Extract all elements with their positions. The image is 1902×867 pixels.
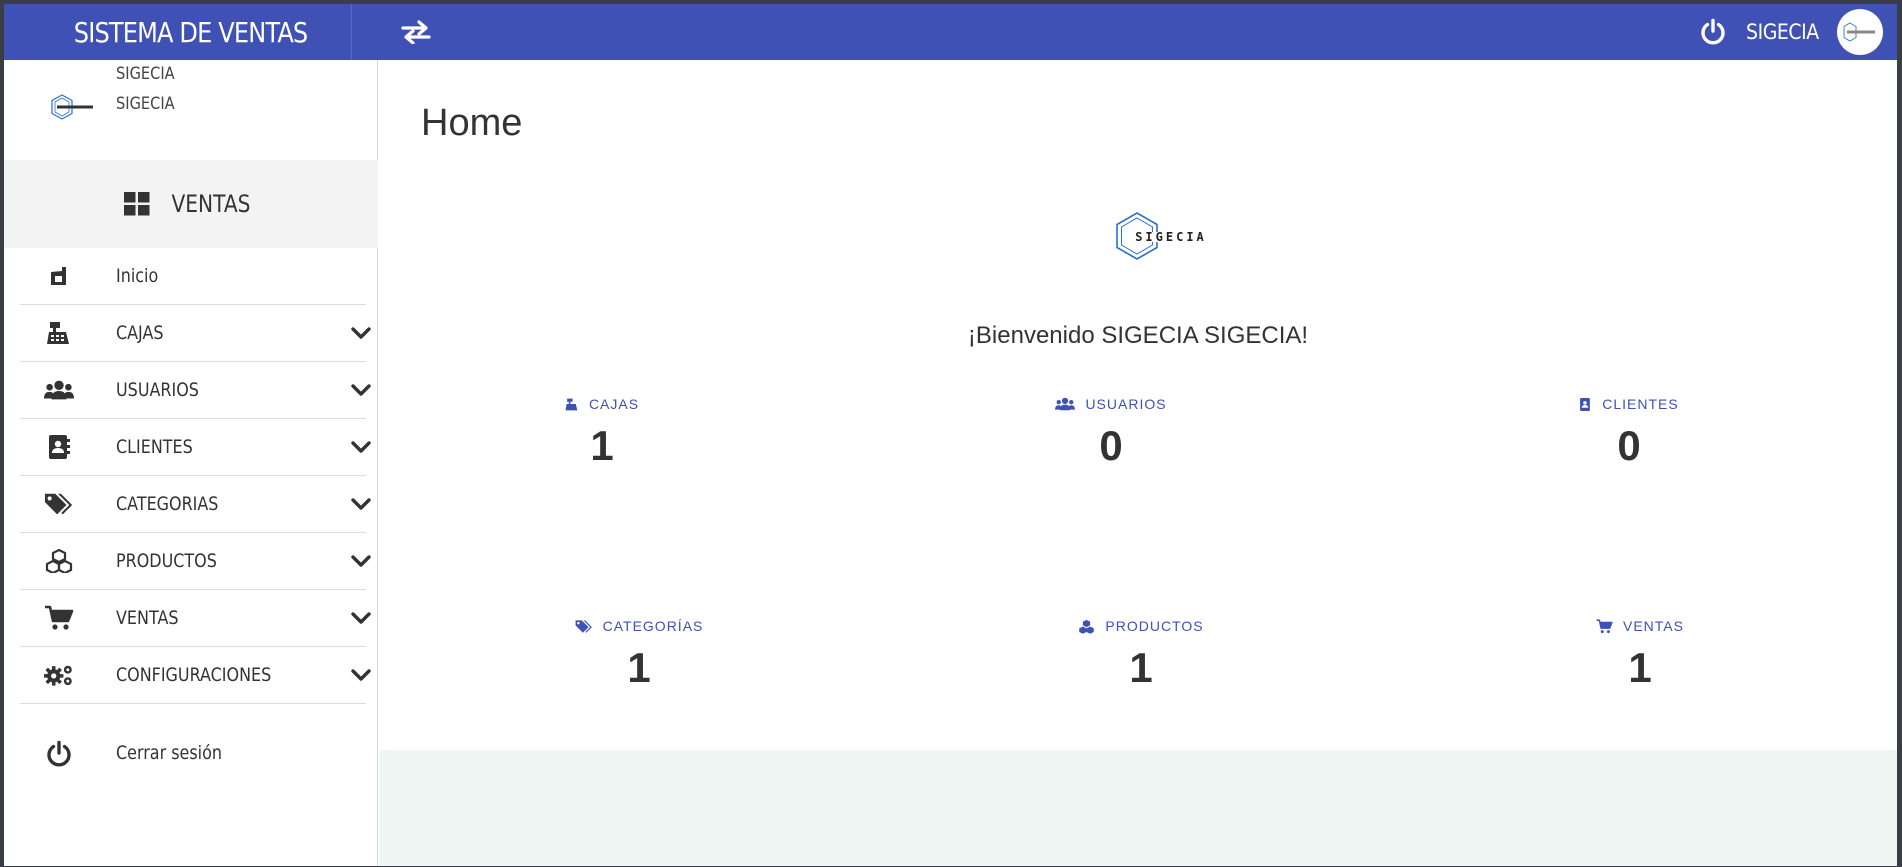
top-bar: SISTEMA DE VENTAS SIGECIA xyxy=(4,4,1897,60)
sidebar-user-name: SIGECIA xyxy=(116,64,175,84)
stat-value: 0 xyxy=(1099,422,1123,469)
stat-ventas[interactable]: VENTAS 1 xyxy=(1530,618,1750,692)
power-icon xyxy=(1701,18,1725,45)
sidebar-item-label: CAJAS xyxy=(116,322,164,344)
sidebar-menu: Inicio CAJAS USUARIOS CLIENTES CATEGORIA… xyxy=(20,248,371,704)
welcome-message: ¡Bienvenido SIGECIA SIGECIA! xyxy=(967,322,1309,349)
sidebar: SIGECIA SIGECIA VENTAS Inicio CAJAS USUA… xyxy=(4,60,378,866)
sidebar-toggle-button[interactable] xyxy=(396,16,436,48)
main-content: Home SIGECIA ¡Bienvenido SIGECIA SIGECIA… xyxy=(379,60,1897,866)
stat-label: USUARIOS xyxy=(1085,396,1167,412)
chevron-down-icon[interactable] xyxy=(350,494,372,514)
home-icon xyxy=(44,263,74,289)
cubes-icon xyxy=(44,548,74,574)
app-window: SISTEMA DE VENTAS SIGECIA SIGECIA SIGECI… xyxy=(4,4,1897,866)
page-title: Home xyxy=(421,102,523,144)
avatar[interactable] xyxy=(1837,9,1883,55)
logout-button[interactable]: Cerrar sesión xyxy=(20,730,366,778)
topbar-user-area: SIGECIA xyxy=(1698,8,1883,56)
sidebar-item-label: USUARIOS xyxy=(116,379,199,401)
sidebar-item-productos[interactable]: PRODUCTOS xyxy=(20,533,371,590)
brand-logo-text: SIGECIA xyxy=(1135,230,1207,244)
users-icon xyxy=(1055,397,1076,411)
chevron-down-icon[interactable] xyxy=(350,437,372,457)
stat-label: CLIENTES xyxy=(1602,396,1679,412)
sidebar-item-cajas[interactable]: CAJAS xyxy=(20,305,371,362)
tags-icon xyxy=(575,619,592,633)
chevron-down-icon[interactable] xyxy=(350,380,372,400)
cogs-icon xyxy=(44,662,74,688)
stat-usuarios[interactable]: USUARIOS 0 xyxy=(1001,396,1221,470)
stat-value: 1 xyxy=(627,644,651,691)
sidebar-item-configuraciones[interactable]: CONFIGURACIONES xyxy=(20,647,371,704)
sidebar-item-label: VENTAS xyxy=(116,607,179,629)
stat-label: PRODUCTOS xyxy=(1105,618,1204,634)
sidebar-item-label: PRODUCTOS xyxy=(116,550,217,572)
brand-logo: SIGECIA xyxy=(1112,210,1222,268)
sidebar-item-label: CONFIGURACIONES xyxy=(116,664,272,686)
chevron-down-icon[interactable] xyxy=(350,608,372,628)
brand-title[interactable]: SISTEMA DE VENTAS xyxy=(30,4,352,60)
stat-productos[interactable]: PRODUCTOS 1 xyxy=(1031,618,1251,692)
power-button[interactable] xyxy=(1698,17,1728,47)
topbar-user-name[interactable]: SIGECIA xyxy=(1746,20,1819,44)
sidebar-item-usuarios[interactable]: USUARIOS xyxy=(20,362,371,419)
logout-label: Cerrar sesión xyxy=(116,742,222,764)
sigecia-logo-icon xyxy=(1843,22,1875,42)
address-book-icon xyxy=(1580,397,1591,411)
stat-label: VENTAS xyxy=(1623,618,1684,634)
footer-band xyxy=(379,750,1897,866)
sidebar-user-panel: SIGECIA SIGECIA xyxy=(4,60,378,160)
sidebar-section-header: VENTAS xyxy=(4,160,378,248)
sidebar-user-role: SIGECIA xyxy=(116,94,175,114)
chevron-down-icon[interactable] xyxy=(350,551,372,571)
grid-icon xyxy=(124,192,150,216)
sidebar-item-categorias[interactable]: CATEGORIAS xyxy=(20,476,371,533)
stat-value: 1 xyxy=(590,422,614,469)
address-book-icon xyxy=(44,434,74,460)
stat-label: CAJAS xyxy=(588,396,640,412)
stat-cajas[interactable]: CAJAS 1 xyxy=(492,396,712,470)
power-icon xyxy=(44,739,74,769)
sidebar-item-label: Inicio xyxy=(116,265,159,287)
cash-register-icon xyxy=(565,398,578,410)
sidebar-item-inicio[interactable]: Inicio xyxy=(20,248,366,305)
stat-categorias[interactable]: CATEGORÍAS 1 xyxy=(529,618,749,692)
stat-value: 1 xyxy=(1628,644,1652,691)
chevron-down-icon[interactable] xyxy=(350,323,372,343)
tags-icon xyxy=(44,491,74,517)
users-icon xyxy=(44,377,74,403)
stat-value: 0 xyxy=(1617,422,1641,469)
sidebar-item-clientes[interactable]: CLIENTES xyxy=(20,419,371,476)
sidebar-item-ventas[interactable]: VENTAS xyxy=(20,590,371,647)
chevron-down-icon[interactable] xyxy=(350,665,372,685)
cart-icon xyxy=(1596,619,1613,633)
sidebar-item-label: CLIENTES xyxy=(116,436,193,458)
user-logo xyxy=(48,90,98,124)
sidebar-item-label: CATEGORIAS xyxy=(116,493,219,515)
stat-clientes[interactable]: CLIENTES 0 xyxy=(1519,396,1739,470)
stat-value: 1 xyxy=(1129,644,1153,691)
cubes-icon xyxy=(1079,619,1095,634)
cash-register-icon xyxy=(44,320,74,346)
sigecia-logo-icon xyxy=(51,94,93,120)
sidebar-section-title: VENTAS xyxy=(171,190,251,218)
swap-arrows-icon xyxy=(401,20,431,44)
cart-icon xyxy=(44,605,74,631)
stat-label: CATEGORÍAS xyxy=(602,618,704,634)
